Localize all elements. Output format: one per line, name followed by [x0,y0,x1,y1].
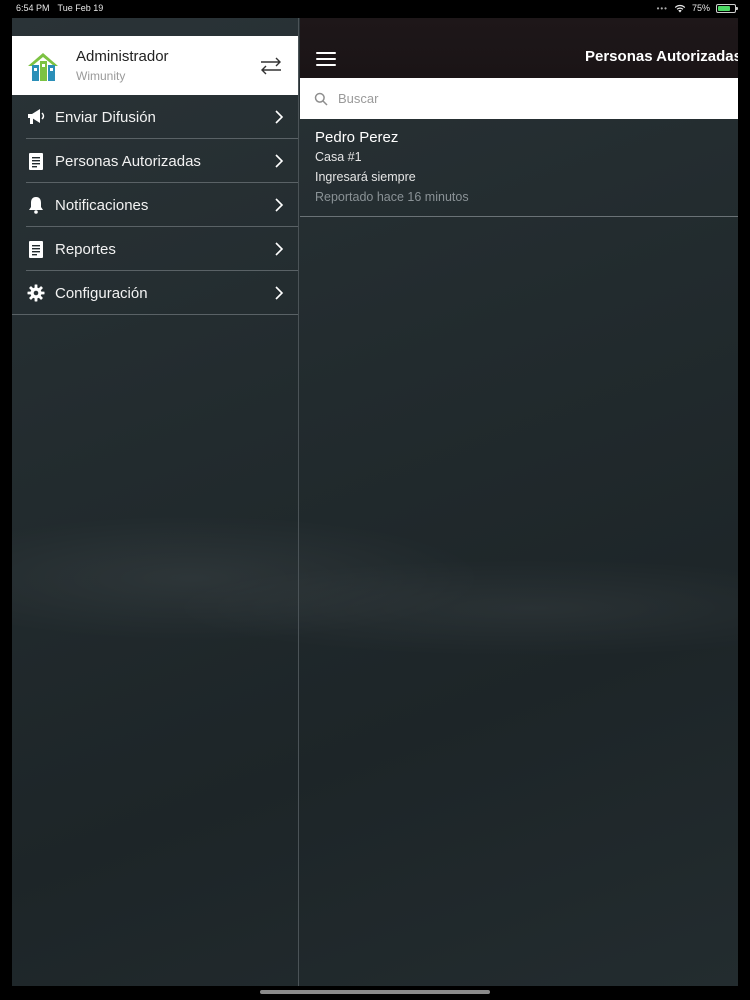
search-input[interactable] [336,90,716,107]
sidebar-item-reportes[interactable]: Reportes [12,227,298,271]
sidebar-item-label: Personas Autorizadas [55,152,201,170]
profile-name: Administrador [76,47,169,65]
chevron-right-icon [275,242,284,256]
document-icon [26,239,46,259]
hamburger-menu-icon[interactable] [316,52,336,66]
person-name: Pedro Perez [315,129,399,146]
gear-icon [26,283,46,303]
person-schedule: Ingresará siempre [315,170,416,184]
battery-percent: 75% [691,3,710,13]
sidebar-item-personas-autorizadas[interactable]: Personas Autorizadas [12,139,298,183]
list-item[interactable]: Pedro Perez Casa #1 Ingresará siempre Re… [300,119,738,217]
bell-icon [26,195,46,215]
sidebar-item-label: Enviar Difusión [55,108,156,126]
search-icon [314,92,328,106]
status-date: Tue Feb 19 [57,3,104,13]
chevron-right-icon [275,198,284,212]
battery-icon [716,3,738,13]
app-screen: Administrador Wimunity Enviar Difusión P… [12,18,738,986]
chevron-right-icon [275,154,284,168]
page-title: Personas Autorizadas [585,48,738,65]
document-icon [26,151,46,171]
wifi-icon [674,4,686,12]
navigation-bar: Personas Autorizadas [300,18,738,78]
search-bar[interactable] [300,78,738,119]
person-reported-time: Reportado hace 16 minutos [315,190,469,204]
status-time: 6:54 PM [16,3,50,13]
building-logo-icon [28,52,58,81]
status-bar: 6:54 PM Tue Feb 19 ••• 75% [0,0,750,16]
chevron-right-icon [275,286,284,300]
swap-arrows-icon[interactable] [258,55,284,77]
multitask-dots-icon: ••• [656,3,668,13]
profile-subtitle: Wimunity [76,68,126,83]
sidebar-item-label: Reportes [55,240,116,258]
sidebar-item-label: Notificaciones [55,196,149,214]
sidebar: Administrador Wimunity Enviar Difusión P… [12,18,299,986]
sidebar-item-configuracion[interactable]: Configuración [12,271,298,315]
main-panel: Personas Autorizadas Pedro Perez Casa #1… [300,18,738,986]
megaphone-icon [26,107,46,127]
home-indicator[interactable] [260,990,490,994]
chevron-right-icon [275,110,284,124]
sidebar-item-enviar-difusion[interactable]: Enviar Difusión [12,95,298,139]
sidebar-item-label: Configuración [55,284,148,302]
sidebar-item-notificaciones[interactable]: Notificaciones [12,183,298,227]
person-house: Casa #1 [315,150,362,164]
profile-header: Administrador Wimunity [12,36,298,95]
